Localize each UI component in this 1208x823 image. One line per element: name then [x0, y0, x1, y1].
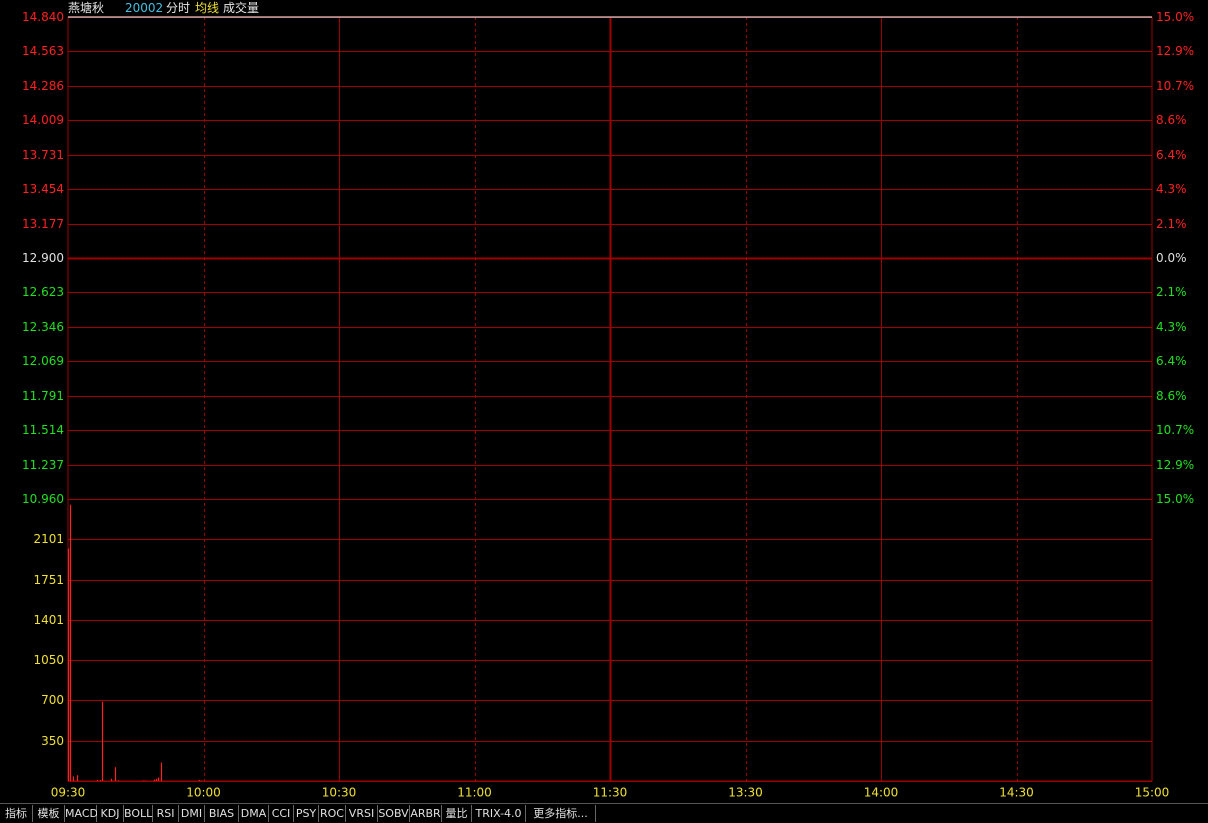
time-tick-label: 09:30 — [51, 786, 86, 800]
price-tick-label: 12.623 — [22, 285, 64, 299]
indicator-tab[interactable]: ARBR — [410, 805, 442, 822]
price-tick-label: 14.009 — [22, 113, 64, 127]
pct-tick-label: 8.6% — [1156, 389, 1187, 403]
avg-line-label[interactable]: 均线 — [195, 1, 219, 15]
indicator-tab[interactable]: BIAS — [205, 805, 239, 822]
stock-name: 燕塘秋 — [68, 1, 105, 15]
price-tick-label: 14.286 — [22, 79, 64, 93]
pct-tick-label: 6.4% — [1156, 354, 1187, 368]
indicator-tab-bar: 指标 模板 MACD KDJ BOLL RSI DMI BIAS DMA CCI PSY ROC VRS… — [0, 803, 1208, 823]
intraday-chart[interactable]: 14.840 15.0% 14.563 12.9% 14.286 10.7% 14.009 8… — [0, 0, 1208, 803]
indicator-tab[interactable]: DMA — [239, 805, 269, 822]
mode-label[interactable]: 分时 — [166, 1, 190, 15]
price-tick-label: 12.069 — [22, 354, 64, 368]
pct-tick-label: 4.3% — [1156, 182, 1187, 196]
stock-code: 20002 — [125, 1, 164, 15]
indicator-tab[interactable]: 指标 — [0, 805, 33, 822]
time-tick-label: 14:30 — [999, 786, 1034, 800]
price-tick-label: 10.960 — [22, 492, 64, 506]
price-tick-label: 12.346 — [22, 320, 64, 334]
volume-tick-label: 350 — [41, 734, 64, 748]
pct-tick-label: 10.7% — [1156, 79, 1194, 93]
pct-tick-label: 12.9% — [1156, 44, 1194, 58]
time-tick-label: 10:30 — [322, 786, 357, 800]
time-tick-label: 14:00 — [864, 786, 899, 800]
time-tick-label: 15:00 — [1135, 786, 1170, 800]
pct-tick-label: 10.7% — [1156, 423, 1194, 437]
indicator-tab[interactable]: BOLL — [124, 805, 153, 822]
time-tick-label: 11:00 — [457, 786, 492, 800]
indicator-tab[interactable]: 量比 — [442, 805, 472, 822]
price-tick-label: 14.563 — [22, 44, 64, 58]
pct-tick-label: 2.1% — [1156, 217, 1187, 231]
time-tick-label: 13:30 — [728, 786, 763, 800]
price-tick-label: 13.454 — [22, 182, 64, 196]
indicator-tab[interactable]: ROC — [319, 805, 346, 822]
pct-tick-label: 4.3% — [1156, 320, 1187, 334]
price-tick-label: 13.731 — [22, 148, 64, 162]
indicator-tab[interactable]: DMI — [179, 805, 205, 822]
pct-tick-label: 15.0% — [1156, 10, 1194, 24]
price-tick-label: 11.237 — [22, 458, 64, 472]
pct-tick-label: 8.6% — [1156, 113, 1187, 127]
indicator-tab[interactable]: MACD — [65, 805, 98, 822]
indicator-tab[interactable]: 模板 — [33, 805, 65, 822]
time-tick-label: 11:30 — [593, 786, 628, 800]
price-tick-label: 11.514 — [22, 423, 64, 437]
indicator-tab[interactable]: 更多指标... — [526, 805, 596, 822]
volume-tick-label: 1050 — [33, 653, 64, 667]
pct-tick-label: 0.0% — [1156, 251, 1187, 265]
pct-tick-label: 12.9% — [1156, 458, 1194, 472]
pct-tick-label: 15.0% — [1156, 492, 1194, 506]
volume-tick-label: 700 — [41, 693, 64, 707]
volume-label[interactable]: 成交量 — [223, 1, 259, 15]
indicator-tab[interactable]: SOBV — [378, 805, 410, 822]
volume-tick-label: 1401 — [33, 613, 64, 627]
price-tick-label: 11.791 — [22, 389, 64, 403]
indicator-tab[interactable]: RSI — [153, 805, 179, 822]
indicator-tab[interactable]: KDJ — [97, 805, 124, 822]
indicator-tab[interactable]: VRSI — [346, 805, 378, 822]
volume-tick-label: 1751 — [33, 573, 64, 587]
price-tick-label: 13.177 — [22, 217, 64, 231]
indicator-tab[interactable]: PSY — [294, 805, 319, 822]
indicator-tab[interactable]: TRIX-4.0 — [472, 805, 526, 822]
pct-tick-label: 2.1% — [1156, 285, 1187, 299]
volume-tick-label: 2101 — [33, 532, 64, 546]
indicator-tab[interactable]: CCI — [269, 805, 294, 822]
time-tick-label: 10:00 — [186, 786, 221, 800]
price-tick-label: 14.840 — [22, 10, 64, 24]
price-tick-label: 12.900 — [22, 251, 64, 265]
pct-tick-label: 6.4% — [1156, 148, 1187, 162]
